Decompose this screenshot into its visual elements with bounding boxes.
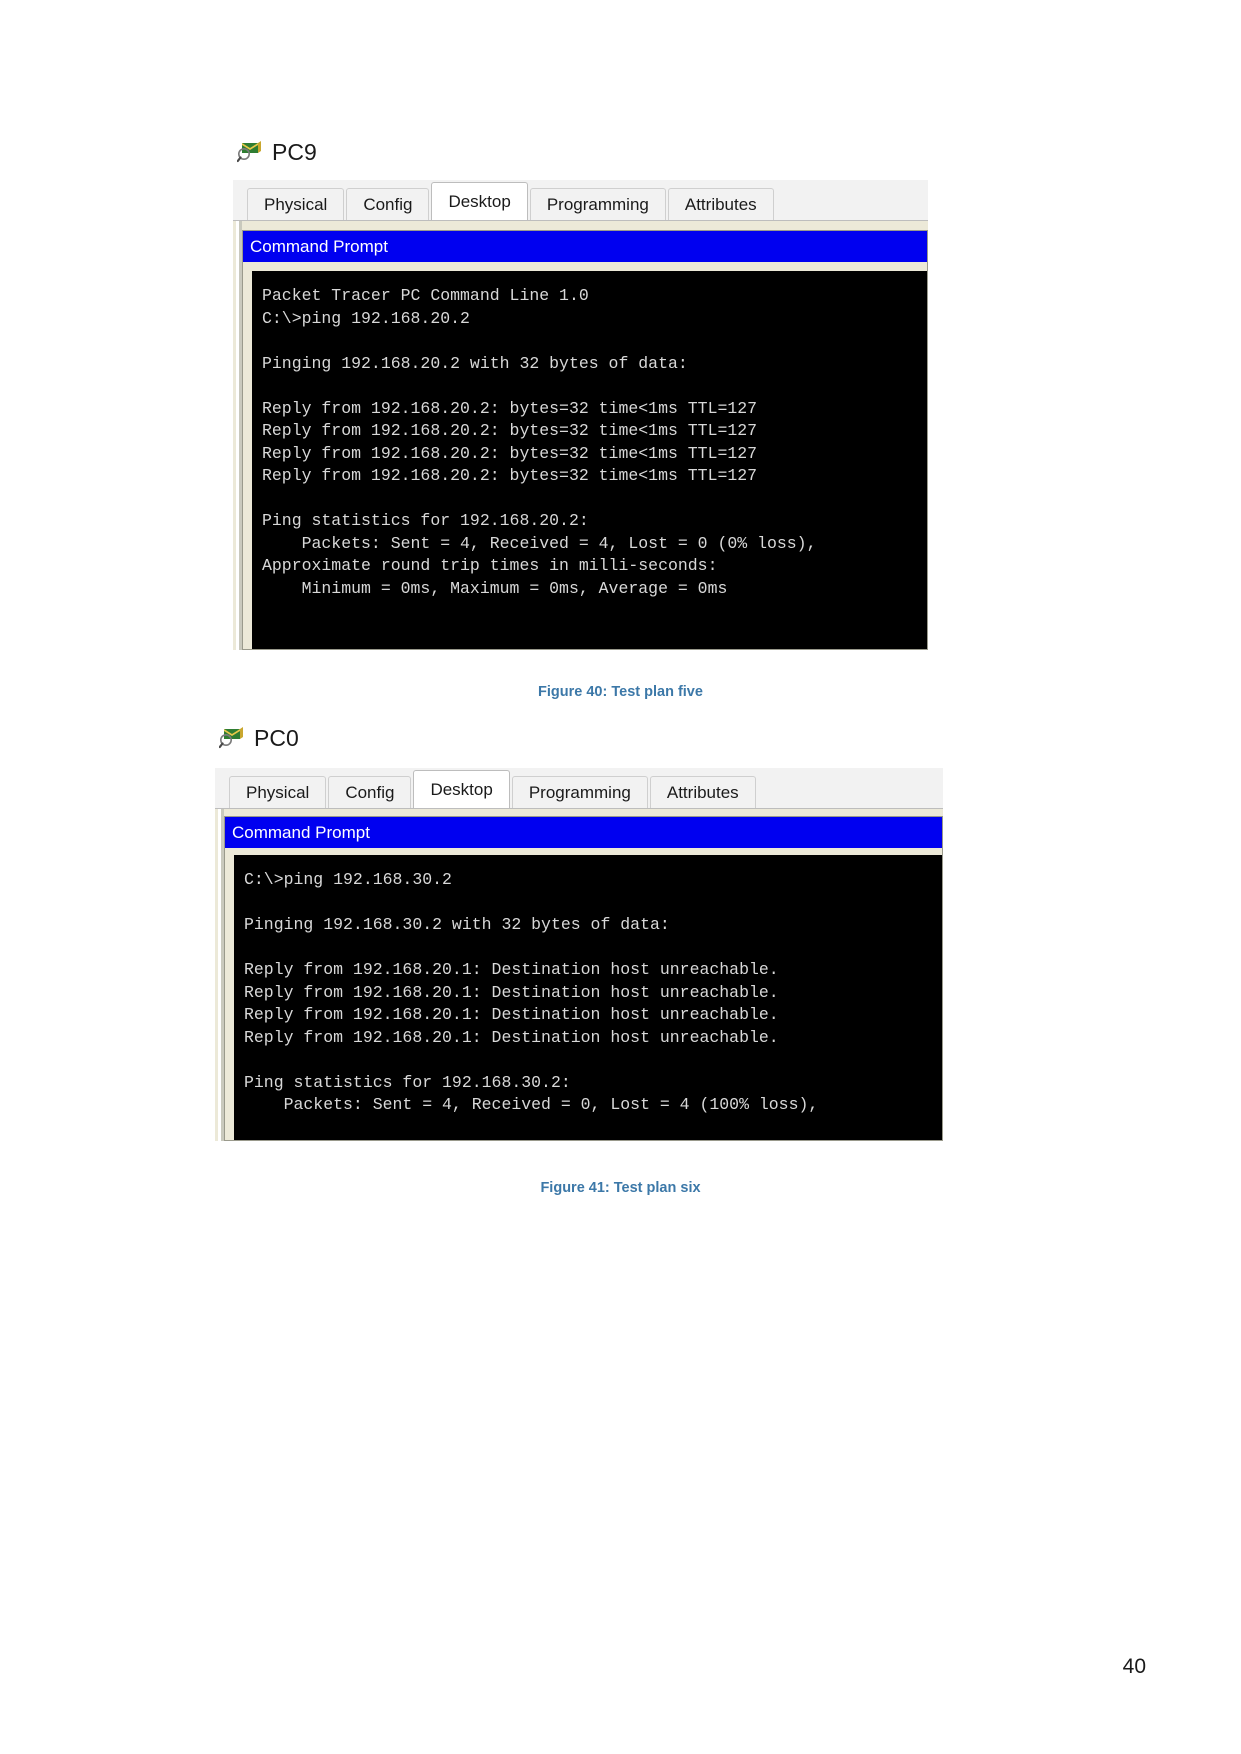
terminal-line: Reply from 192.168.20.2: bytes=32 time<1… [262,466,758,485]
terminal-line: Minimum = 0ms, Maximum = 0ms, Average = … [262,578,728,598]
document-page: PC9 Physical Config Desktop Programming … [0,0,1241,1754]
tab-programming[interactable]: Programming [511,776,648,808]
tab-attributes[interactable]: Attributes [649,776,756,808]
terminal-line: Pinging 192.168.20.2 with 32 bytes of da… [262,353,688,373]
terminal-line: Packets: Sent = 4, Received = 4, Lost = … [262,533,817,553]
terminal-line: C:\>ping 192.168.20.2 [262,308,470,328]
device-label-pc9: PC9 [237,139,317,165]
tab-physical[interactable]: Physical [247,188,345,220]
terminal-output[interactable]: C:\>ping 192.168.30.2 Pinging 192.168.30… [234,855,942,1140]
tab-config[interactable]: Config [346,188,430,220]
packet-tracer-window-pc9: Physical Config Desktop Programming Attr… [233,180,928,650]
terminal-line: Reply from 192.168.20.2: bytes=32 time<1… [262,443,758,463]
command-prompt-titlebar: Command Prompt [225,817,942,848]
terminal-line: Packet Tracer PC Command Line 1.0 [262,286,589,305]
tab-config[interactable]: Config [328,776,412,808]
tab-programming[interactable]: Programming [529,188,666,220]
terminal-line: Ping statistics for 192.168.20.2: [262,511,589,530]
terminal-line: Packets: Sent = 4, Received = 0, Lost = … [244,1095,819,1114]
figure-caption-41: Figure 41: Test plan six [540,1180,701,1196]
tab-desktop[interactable]: Desktop [413,770,510,808]
page-number: 40 [1122,1655,1146,1678]
command-prompt-window: Command Prompt Packet Tracer PC Command … [242,230,928,650]
panel-scroll-gutter[interactable] [233,221,242,650]
command-prompt-window: Command Prompt C:\>ping 192.168.30.2 Pin… [224,816,943,1141]
pc-magnifier-icon [237,139,263,165]
command-prompt-body-wrap: C:\>ping 192.168.30.2 Pinging 192.168.30… [225,848,942,1140]
figure-caption-40: Figure 40: Test plan five [538,684,703,700]
tab-desktop[interactable]: Desktop [431,182,528,220]
terminal-output[interactable]: Packet Tracer PC Command Line 1.0 C:\>pin… [252,271,927,649]
terminal-line: Reply from 192.168.20.1: Destination hos… [244,1005,779,1024]
packet-tracer-window-pc0: Physical Config Desktop Programming Attr… [215,768,943,1141]
terminal-line: Reply from 192.168.20.1: Destination hos… [244,960,779,979]
terminal-line: Reply from 192.168.20.2: bytes=32 time<1… [262,398,758,418]
terminal-line: Reply from 192.168.20.2: bytes=32 time<1… [262,421,758,440]
terminal-line: Reply from 192.168.20.1: Destination hos… [244,982,779,1002]
tab-bar: Physical Config Desktop Programming Attr… [215,768,943,808]
desktop-tab-panel: Command Prompt C:\>ping 192.168.30.2 Pin… [215,808,943,1141]
panel-scroll-gutter[interactable] [215,809,224,1141]
terminal-line: Pinging 192.168.30.2 with 32 bytes of da… [244,915,670,934]
pc-magnifier-icon [219,725,245,751]
tab-physical[interactable]: Physical [229,776,327,808]
device-name-label: PC0 [254,724,299,751]
terminal-line: Approximate round trip times in milli-se… [262,556,718,575]
terminal-line: Reply from 192.168.20.1: Destination hos… [244,1027,779,1047]
command-prompt-body-wrap: Packet Tracer PC Command Line 1.0 C:\>pin… [243,262,927,649]
terminal-line: C:\>ping 192.168.30.2 [244,870,452,889]
command-prompt-titlebar: Command Prompt [243,231,927,262]
device-label-pc0: PC0 [219,725,299,751]
tab-attributes[interactable]: Attributes [667,188,774,220]
tab-bar: Physical Config Desktop Programming Attr… [233,180,928,220]
desktop-tab-panel: Command Prompt Packet Tracer PC Command … [233,220,928,650]
terminal-line: Ping statistics for 192.168.30.2: [244,1072,571,1092]
device-name-label: PC9 [272,138,317,165]
